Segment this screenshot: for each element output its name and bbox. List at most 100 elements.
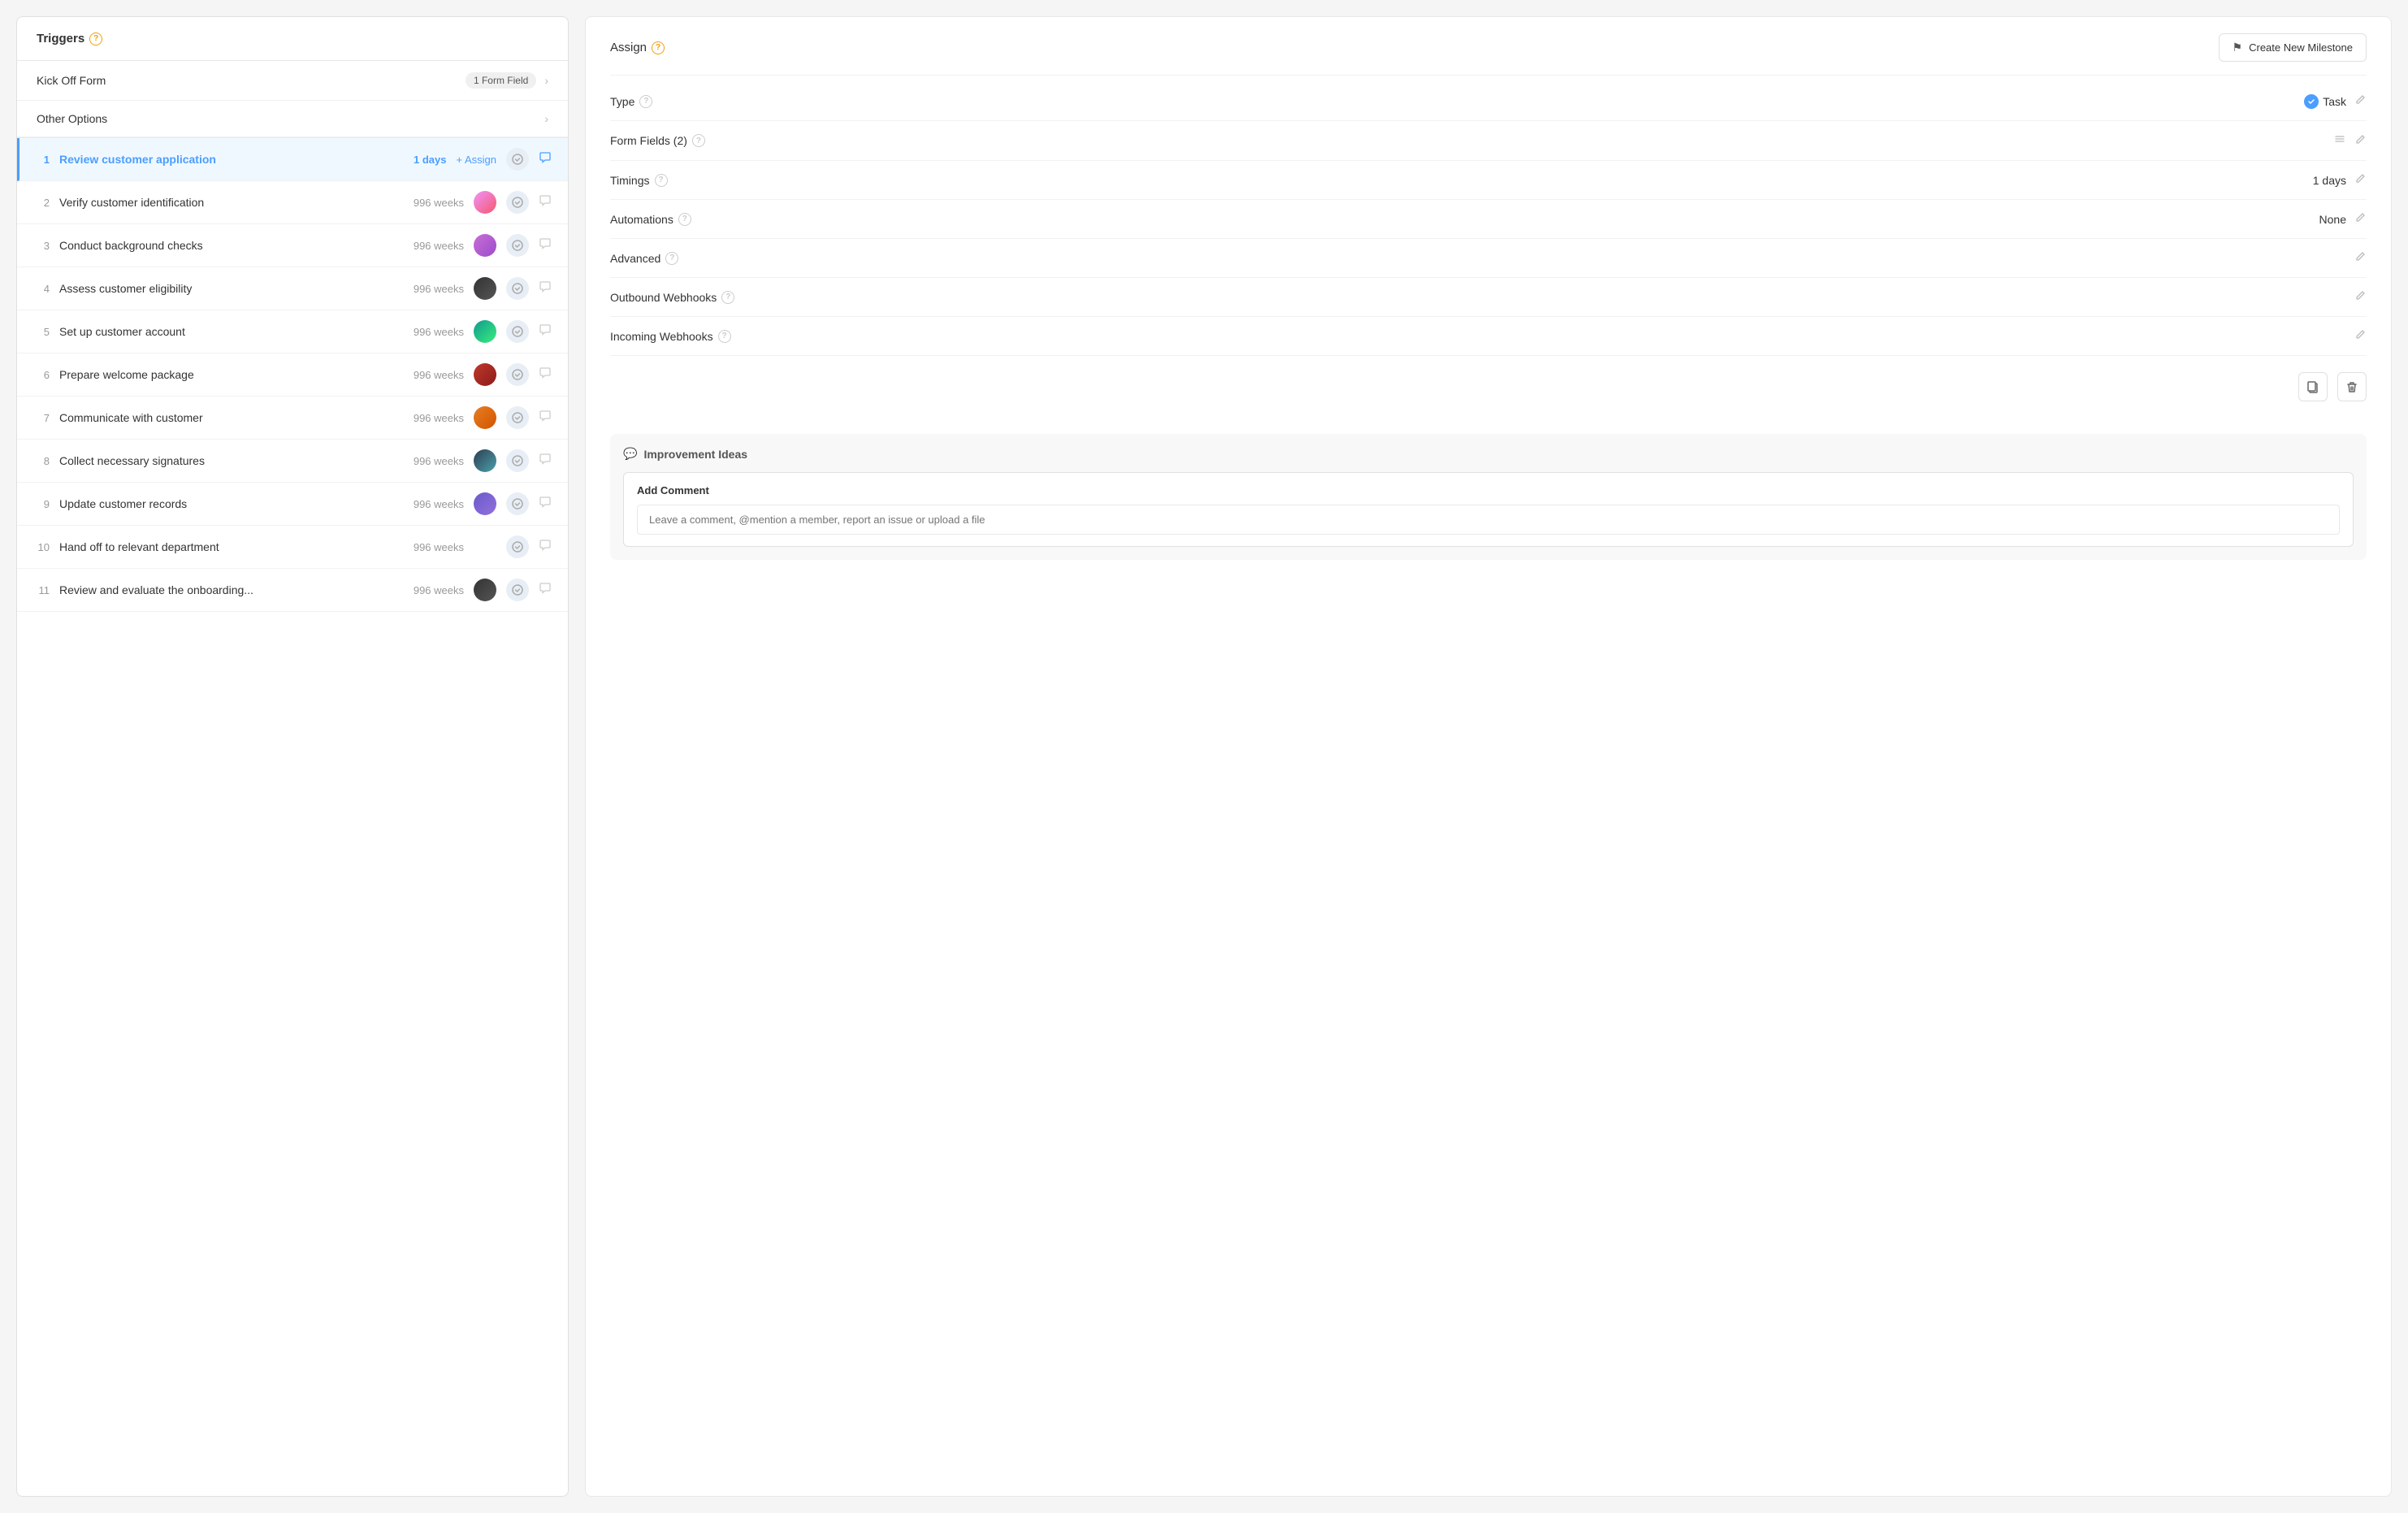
task-row[interactable]: 11Review and evaluate the onboarding...9…	[17, 569, 568, 612]
duration-value: 1 days	[2313, 174, 2346, 187]
avatar	[474, 234, 496, 257]
task-row[interactable]: 8Collect necessary signatures996 weeks	[17, 440, 568, 483]
detail-label: Outbound Webhooks?	[610, 291, 734, 304]
edit-icon[interactable]	[2354, 93, 2367, 109]
create-milestone-button[interactable]: ⚑ Create New Milestone	[2219, 33, 2367, 62]
detail-label-text: Incoming Webhooks	[610, 330, 713, 343]
detail-label-text: Timings	[610, 174, 650, 187]
complete-checkbox[interactable]	[506, 320, 529, 343]
task-row[interactable]: 2Verify customer identification996 weeks	[17, 181, 568, 224]
task-number: 7	[33, 412, 50, 424]
complete-checkbox[interactable]	[506, 148, 529, 171]
detail-row: Incoming Webhooks?	[610, 317, 2367, 356]
edit-icon[interactable]	[2354, 133, 2367, 149]
task-check-icon	[2304, 94, 2319, 109]
trigger-other-right: ›	[544, 112, 548, 125]
complete-checkbox[interactable]	[506, 191, 529, 214]
comment-icon[interactable]	[539, 496, 552, 513]
delete-button[interactable]	[2337, 372, 2367, 401]
detail-value	[2354, 328, 2367, 344]
milestone-icon: ⚑	[2233, 41, 2243, 54]
trigger-other-options[interactable]: Other Options ›	[17, 101, 568, 137]
task-name: Hand off to relevant department	[59, 540, 397, 553]
task-type-text: Task	[2323, 95, 2346, 108]
comment-icon[interactable]	[539, 539, 552, 556]
task-row[interactable]: 9Update customer records996 weeks	[17, 483, 568, 526]
edit-icon[interactable]	[2354, 211, 2367, 227]
edit-icon[interactable]	[2354, 250, 2367, 266]
comment-icon[interactable]	[539, 237, 552, 254]
complete-checkbox[interactable]	[506, 579, 529, 601]
task-row[interactable]: 7Communicate with customer996 weeks	[17, 397, 568, 440]
detail-value	[2354, 250, 2367, 266]
complete-checkbox[interactable]	[506, 363, 529, 386]
complete-checkbox[interactable]	[506, 234, 529, 257]
detail-help-icon[interactable]: ?	[665, 252, 678, 265]
complete-checkbox[interactable]	[506, 535, 529, 558]
task-name: Prepare welcome package	[59, 368, 397, 381]
add-comment-title: Add Comment	[637, 484, 2340, 496]
detail-label-text: Advanced	[610, 252, 660, 265]
comment-icon[interactable]	[539, 323, 552, 340]
detail-row: Outbound Webhooks?	[610, 278, 2367, 317]
task-number: 9	[33, 498, 50, 510]
task-row[interactable]: 5Set up customer account996 weeks	[17, 310, 568, 353]
task-row[interactable]: 4Assess customer eligibility996 weeks	[17, 267, 568, 310]
comment-icon[interactable]	[539, 194, 552, 211]
task-list: 1Review customer application1 days+ Assi…	[17, 138, 568, 612]
task-name: Review customer application	[59, 153, 379, 166]
detail-row: Automations?None	[610, 200, 2367, 239]
detail-help-icon[interactable]: ?	[721, 291, 734, 304]
detail-label: Form Fields (2)?	[610, 134, 705, 147]
detail-rows: Type? Task Form Fields (2)? Timings? 1 days A…	[610, 82, 2367, 356]
none-value: None	[2319, 213, 2346, 226]
task-row[interactable]: 3Conduct background checks996 weeks	[17, 224, 568, 267]
assign-label: Assign	[610, 41, 647, 54]
comment-input[interactable]	[637, 505, 2340, 535]
complete-checkbox[interactable]	[506, 449, 529, 472]
detail-row: Type? Task	[610, 82, 2367, 121]
comment-icon[interactable]	[539, 280, 552, 297]
detail-label-text: Form Fields (2)	[610, 134, 687, 147]
task-number: 2	[33, 197, 50, 209]
task-row[interactable]: 6Prepare welcome package996 weeks	[17, 353, 568, 397]
comment-icon[interactable]	[539, 366, 552, 384]
detail-help-icon[interactable]: ?	[639, 95, 652, 108]
detail-value: 1 days	[2313, 172, 2367, 188]
comment-icon[interactable]	[539, 151, 552, 168]
task-row[interactable]: 1Review customer application1 days+ Assi…	[17, 138, 568, 181]
right-panel: Assign ? ⚑ Create New Milestone Type? Tas…	[585, 16, 2392, 1497]
edit-icon[interactable]	[2354, 328, 2367, 344]
edit-icon[interactable]	[2354, 172, 2367, 188]
comment-icon[interactable]	[539, 453, 552, 470]
assign-help-icon[interactable]: ?	[652, 41, 665, 54]
complete-checkbox[interactable]	[506, 492, 529, 515]
task-duration: 996 weeks	[407, 541, 464, 553]
detail-label: Advanced?	[610, 252, 678, 265]
detail-help-icon[interactable]: ?	[718, 330, 731, 343]
task-name: Communicate with customer	[59, 411, 397, 424]
task-number: 10	[33, 541, 50, 553]
detail-help-icon[interactable]: ?	[655, 174, 668, 187]
copy-button[interactable]	[2298, 372, 2328, 401]
task-type-badge: Task	[2304, 94, 2346, 109]
task-row[interactable]: 10 Hand off to relevant department 996 wee…	[17, 526, 568, 569]
trigger-kickoff[interactable]: Kick Off Form 1 Form Field ›	[17, 61, 568, 101]
action-row	[610, 356, 2367, 418]
list-icon[interactable]	[2333, 132, 2346, 149]
assign-button[interactable]: + Assign	[456, 154, 496, 166]
complete-checkbox[interactable]	[506, 406, 529, 429]
comment-icon[interactable]	[539, 582, 552, 599]
detail-help-icon[interactable]: ?	[692, 134, 705, 147]
comment-icon[interactable]	[539, 410, 552, 427]
complete-checkbox[interactable]	[506, 277, 529, 300]
detail-label: Type?	[610, 95, 652, 108]
comment-section-header: 💬 Improvement Ideas	[623, 447, 2354, 461]
avatar	[474, 191, 496, 214]
task-duration: 996 weeks	[407, 283, 464, 295]
task-name: Verify customer identification	[59, 196, 397, 209]
task-number: 8	[33, 455, 50, 467]
triggers-help-icon[interactable]: ?	[89, 33, 102, 46]
detail-help-icon[interactable]: ?	[678, 213, 691, 226]
edit-icon[interactable]	[2354, 289, 2367, 305]
